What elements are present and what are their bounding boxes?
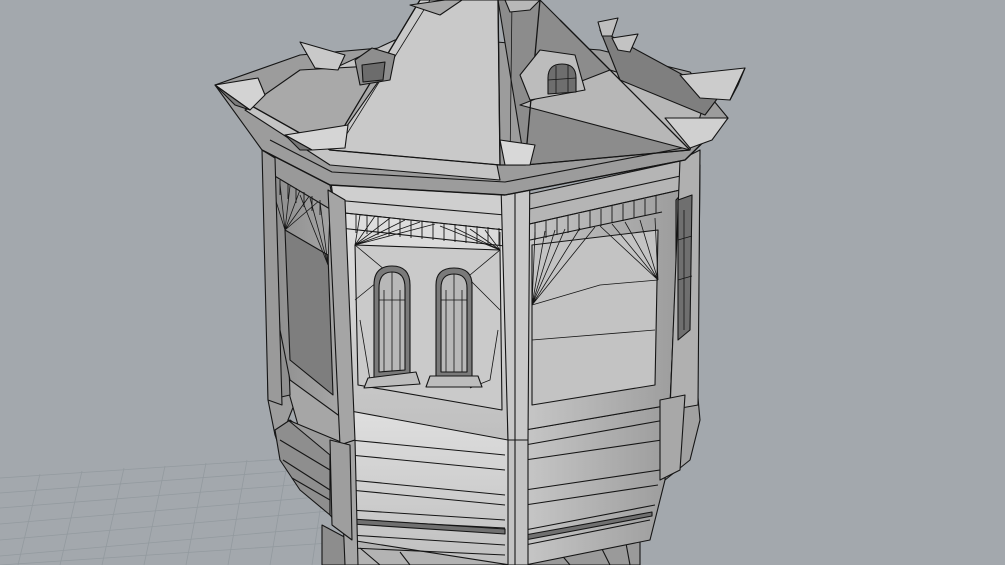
tower-model[interactable] [214, 0, 746, 565]
construction-grid [0, 455, 331, 565]
roof [214, 0, 729, 196]
3d-viewport[interactable] [0, 0, 1005, 565]
pinnacle-back-right [597, 17, 639, 53]
side-window-right [677, 194, 693, 341]
pinnacle-front-center [499, 139, 536, 166]
